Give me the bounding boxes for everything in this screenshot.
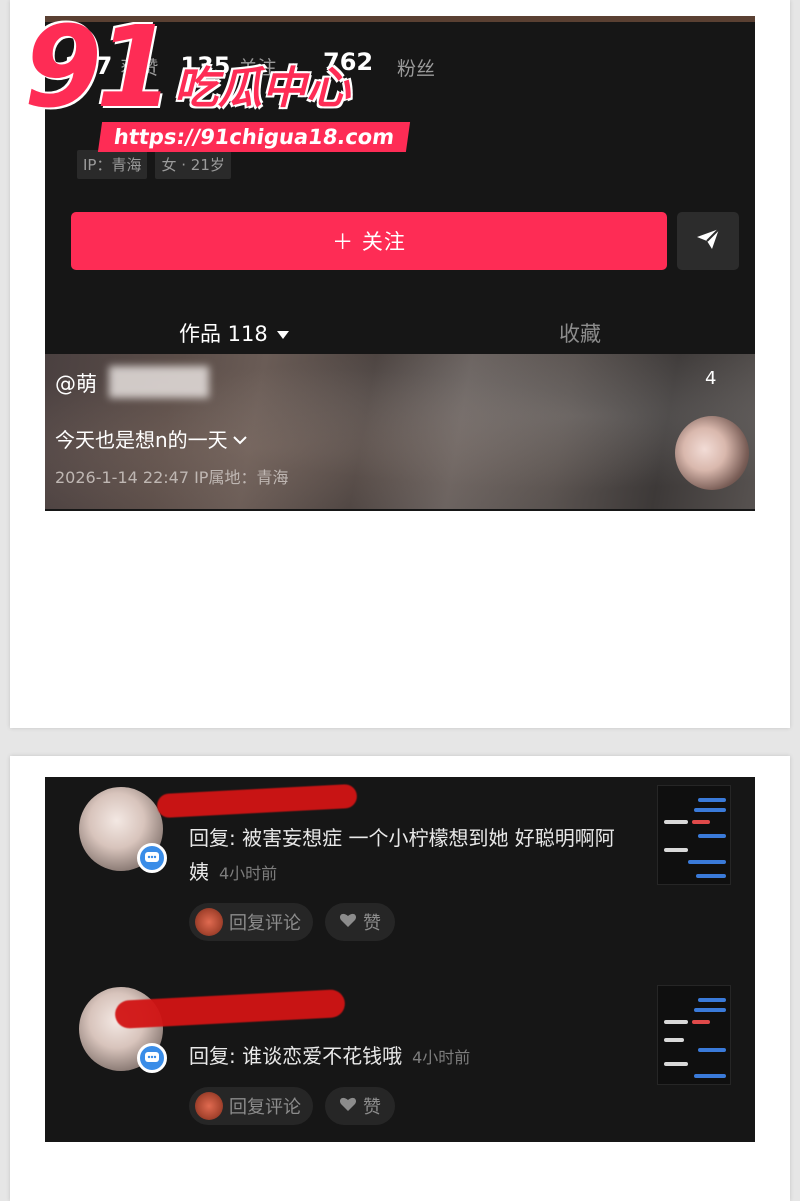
send-icon [695, 227, 721, 255]
chat-bubble [694, 1074, 726, 1078]
comment-body: 回复: 谁谈恋爱不花钱哦 [189, 1044, 403, 1068]
chat-bubble [664, 1038, 684, 1042]
chat-bubble [696, 874, 726, 878]
video-caption[interactable]: 今天也是想n的一天 [55, 424, 248, 453]
avatar[interactable] [675, 416, 749, 490]
chevron-down-icon [232, 427, 248, 451]
share-button[interactable] [677, 212, 739, 270]
comment-actions: 回复评论 赞 [189, 1087, 395, 1125]
chat-bubble [692, 1020, 710, 1024]
screenshot-panel-comments: 回复: 被害妄想症 一个小柠檬想到她 好聪明啊阿姨 4小时前 回复评论 赞 回复… [10, 756, 790, 1201]
followers-label[interactable]: 粉丝 [397, 54, 435, 81]
chat-bubble [698, 798, 726, 802]
profile-tags: IP：青海 女 · 21岁 [77, 150, 231, 179]
like-label: 赞 [363, 913, 381, 934]
caret-down-icon [276, 321, 290, 345]
name-blur [109, 366, 209, 398]
chat-bubble [694, 808, 726, 812]
follow-button[interactable]: ＋ 关注 [71, 212, 667, 270]
watermark-brand: 吃瓜中心 [174, 63, 350, 114]
chat-bubble [664, 1062, 688, 1066]
message-icon [137, 843, 167, 873]
video-card[interactable]: @萌 4 今天也是想n的一天 2026-1-14 22:47 IP属地：青海 [45, 354, 755, 509]
comments-screenshot: 回复: 被害妄想症 一个小柠檬想到她 好聪明啊阿姨 4小时前 回复评论 赞 回复… [45, 777, 755, 1142]
reply-label: 回复评论 [229, 913, 301, 934]
watermark-number: 91 [24, 3, 174, 133]
reply-comment-button[interactable]: 回复评论 [189, 1087, 313, 1125]
like-label: 赞 [363, 1097, 381, 1118]
video-count: 4 [705, 368, 717, 389]
chat-bubble [688, 860, 726, 864]
video-caption-text: 今天也是想n的一天 [55, 428, 228, 452]
chat-bubble [698, 1048, 726, 1052]
comment-text: 回复: 谁谈恋爱不花钱哦 4小时前 [189, 1039, 619, 1075]
chat-thumbnail[interactable] [657, 985, 731, 1085]
chat-bubble [664, 848, 688, 852]
comment-actions: 回复评论 赞 [189, 903, 395, 941]
screenshot-panel-profile: 2?7 获赞 135 关注 762 粉丝 IP：青海 女 · 21岁 ＋ 关注 … [10, 0, 790, 728]
like-button[interactable]: 赞 [325, 903, 395, 941]
comment-time: 4小时前 [412, 1048, 471, 1067]
comment-text: 回复: 被害妄想症 一个小柠檬想到她 好聪明啊阿姨 4小时前 [189, 821, 619, 891]
tab-works[interactable]: 作品 118 [179, 318, 290, 348]
heart-icon [339, 912, 357, 933]
redaction-scribble [114, 989, 346, 1029]
ip-tag: IP：青海 [77, 150, 148, 179]
video-author[interactable]: @萌 [55, 368, 97, 398]
chat-bubble [664, 820, 688, 824]
chat-bubble [664, 1020, 688, 1024]
comment-time: 4小时前 [219, 864, 278, 883]
video-meta: 2026-1-14 22:47 IP属地：青海 [55, 468, 289, 487]
avatar [195, 908, 223, 936]
chat-bubble [698, 998, 726, 1002]
reply-comment-button[interactable]: 回复评论 [189, 903, 313, 941]
watermark-url: https://91chigua18.com [97, 122, 411, 152]
tab-works-label: 作品 118 [179, 322, 268, 346]
chat-bubble [698, 834, 726, 838]
chat-bubble [694, 1008, 726, 1012]
redaction-scribble [156, 783, 358, 819]
gender-age-tag: 女 · 21岁 [155, 150, 231, 179]
tab-favorites[interactable]: 收藏 [559, 318, 601, 348]
like-button[interactable]: 赞 [325, 1087, 395, 1125]
heart-icon [339, 1096, 357, 1117]
avatar [195, 1092, 223, 1120]
reply-label: 回复评论 [229, 1097, 301, 1118]
chat-bubble [692, 820, 710, 824]
message-icon [137, 1043, 167, 1073]
chat-thumbnail[interactable] [657, 785, 731, 885]
